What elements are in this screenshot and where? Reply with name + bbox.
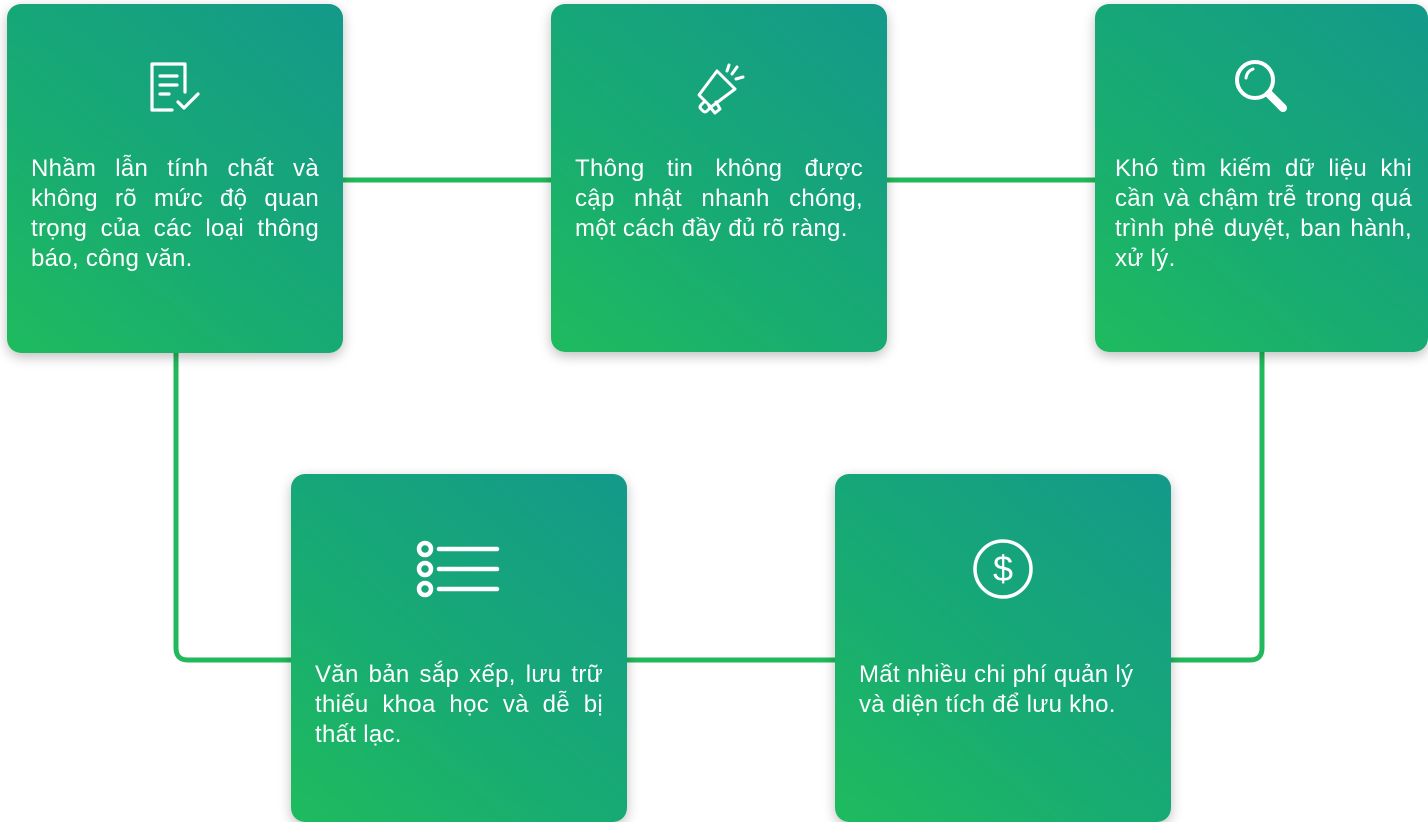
card-5: $ Mất nhiều chi phí quản lý và diện tích… xyxy=(835,474,1171,822)
card-3: Khó tìm kiếm dữ liệu khi cần và chậm trễ… xyxy=(1095,4,1428,352)
list-icon xyxy=(414,534,504,604)
card-text: Khó tìm kiếm dữ liệu khi cần và chậm trễ… xyxy=(1115,155,1412,272)
dollar-circle-icon: $ xyxy=(968,534,1038,604)
card-text: Mất nhiều chi phí quản lý và diện tích đ… xyxy=(859,661,1134,718)
search-icon xyxy=(1227,52,1297,122)
svg-text:$: $ xyxy=(993,548,1013,589)
card-4: Văn bản sắp xếp, lưu trữ thiếu khoa học … xyxy=(291,474,627,822)
connector-card1-card4 xyxy=(173,350,295,663)
document-check-icon xyxy=(140,52,210,122)
card-text: Nhầm lẫn tính chất và không rõ mức độ qu… xyxy=(31,155,319,272)
card-text: Thông tin không được cập nhật nhanh chón… xyxy=(575,155,863,242)
card-2: Thông tin không được cập nhật nhanh chón… xyxy=(551,4,887,352)
card-text: Văn bản sắp xếp, lưu trữ thiếu khoa học … xyxy=(315,661,603,748)
card-1: Nhầm lẫn tính chất và không rõ mức độ qu… xyxy=(7,4,343,353)
connector-card3-card5 xyxy=(1168,350,1265,663)
megaphone-icon xyxy=(684,52,754,122)
